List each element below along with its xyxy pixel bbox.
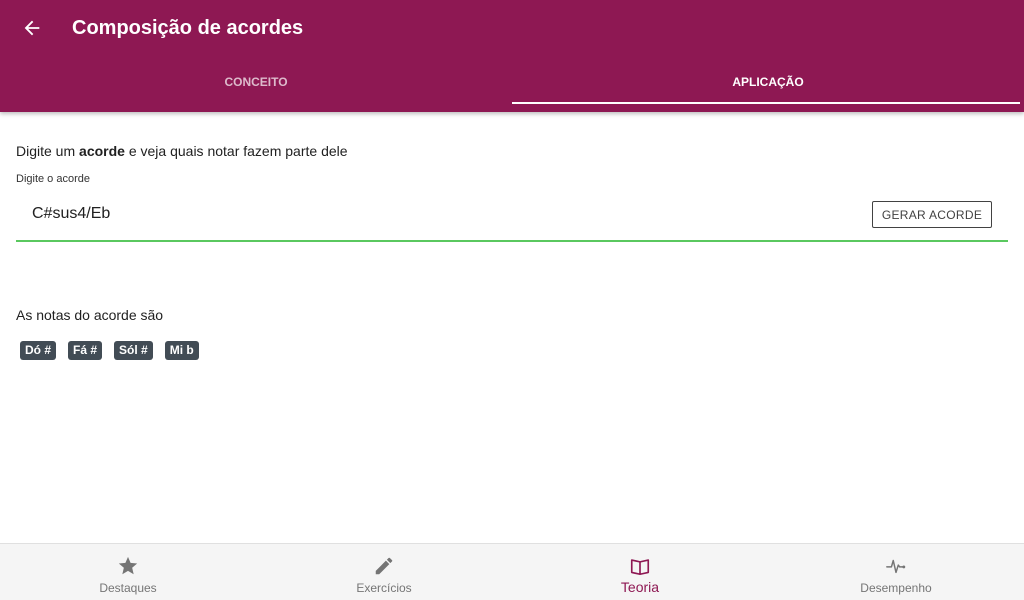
nav-label-teoria: Teoria — [620, 579, 660, 595]
book-icon — [630, 559, 650, 576]
nav-label-desempenho: Desempenho — [860, 581, 932, 595]
intro-text-end: e veja quais notar fazem parte dele — [124, 143, 348, 159]
tab-conceito[interactable]: CONCEITO — [0, 56, 512, 108]
back-button[interactable] — [18, 14, 46, 42]
result-label: As notas do acorde são — [16, 307, 164, 323]
nav-label-exercicios: Exercícios — [356, 581, 412, 595]
nav-item-destaques[interactable]: Destaques — [0, 544, 256, 600]
active-tab-indicator — [512, 102, 1020, 104]
app-bar: Composição de acordes CONCEITO APLICAÇÃO — [0, 0, 1024, 112]
notes-list: Dó # Fá # Sól # Mi b — [20, 341, 199, 360]
nav-item-exercicios[interactable]: Exercícios — [256, 544, 512, 600]
note-chip: Sól # — [114, 341, 153, 360]
nav-item-desempenho[interactable]: Desempenho — [768, 544, 1024, 600]
generate-chord-button[interactable]: GERAR ACORDE — [872, 201, 992, 228]
pencil-icon — [375, 557, 393, 575]
nav-item-teoria[interactable]: Teoria — [512, 544, 768, 600]
star-icon — [118, 556, 138, 575]
note-chip: Fá # — [68, 341, 103, 360]
chord-input-row: GERAR ACORDE — [16, 192, 1008, 242]
note-chip: Dó # — [20, 341, 57, 360]
chord-input[interactable] — [16, 192, 856, 236]
nav-label-destaques: Destaques — [99, 581, 157, 595]
page-title: Composição de acordes — [72, 17, 304, 39]
arrow-left-icon — [24, 20, 40, 36]
chord-field-label: Digite o acorde — [16, 173, 90, 185]
intro-text: Digite um acorde e veja quais notar faze… — [16, 143, 348, 159]
intro-text-start: Digite um — [16, 143, 80, 159]
tab-aplicacao[interactable]: APLICAÇÃO — [512, 56, 1024, 108]
pulse-icon — [886, 559, 906, 574]
bottom-navigation: Destaques Exercícios Teoria Desempenho — [0, 543, 1024, 600]
tab-bar: CONCEITO APLICAÇÃO — [0, 56, 1024, 108]
note-chip: Mi b — [164, 341, 199, 360]
intro-text-bold: acorde — [79, 143, 125, 159]
